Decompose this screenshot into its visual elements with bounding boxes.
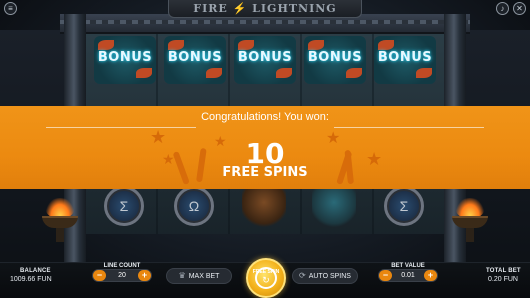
balance-value: 1009.66 FUN — [10, 276, 52, 283]
auto-spins-button[interactable]: ⟳ AUTO SPINS — [292, 268, 358, 284]
total-bet-label: TOTAL BET — [486, 268, 521, 274]
bonus-label: BONUS — [97, 50, 153, 65]
bonus-label: BONUS — [307, 50, 363, 65]
game-stage: FIRE ⚡ LIGHTNING ≡ ♪ ✕ BONUS BONUS BONUS… — [0, 0, 530, 298]
banner-divider — [334, 127, 484, 128]
auto-spin-icon: ⟳ — [299, 271, 306, 280]
speaker-icon[interactable]: ♪ — [496, 2, 509, 15]
banner-divider — [46, 127, 196, 128]
bet-value-decrease-button[interactable]: − — [379, 270, 392, 281]
bonus-symbol: BONUS — [164, 36, 226, 84]
spin-arrows-icon: ↻ — [262, 275, 270, 285]
max-bet-button[interactable]: ♛ MAX BET — [166, 268, 232, 284]
bonus-symbol: BONUS — [94, 36, 156, 84]
crown-icon: ♛ — [178, 271, 186, 280]
line-count-stepper: − 20 + — [92, 269, 152, 282]
bonus-label: BONUS — [167, 50, 223, 65]
bet-value-stepper: − 0.01 + — [378, 269, 438, 282]
bonus-symbol: BONUS — [304, 36, 366, 84]
line-count-decrease-button[interactable]: − — [93, 270, 106, 281]
line-count-increase-button[interactable]: + — [138, 270, 151, 281]
bet-value-value: 0.01 — [401, 272, 415, 279]
bonus-symbol: BONUS — [234, 36, 296, 84]
auto-spins-label: AUTO SPINS — [308, 273, 351, 280]
congrats-text: Congratulations! You won: — [201, 111, 329, 123]
title-lightning: LIGHTNING — [252, 2, 337, 15]
left-brazier-icon — [40, 198, 80, 242]
spin-button[interactable]: FREE SPIN ↻ — [246, 258, 286, 298]
blue-helmet-icon — [312, 184, 356, 230]
win-label: FREE SPINS — [222, 165, 308, 180]
total-bet-value: 0.20 FUN — [488, 276, 518, 283]
bonus-symbol: BONUS — [374, 36, 436, 84]
lightning-bolt-icon: ⚡ — [232, 2, 248, 15]
line-count-value: 20 — [118, 272, 126, 279]
max-bet-label: MAX BET — [188, 273, 220, 280]
bronze-helmet-icon — [242, 184, 286, 230]
hamburger-icon[interactable]: ≡ — [4, 2, 17, 15]
bonus-label: BONUS — [237, 50, 293, 65]
balance-label: BALANCE — [20, 268, 51, 274]
right-brazier-icon — [450, 198, 490, 242]
game-title: FIRE ⚡ LIGHTNING — [168, 0, 362, 18]
omega-shield-icon: Ω — [174, 186, 214, 226]
bet-value-increase-button[interactable]: + — [424, 270, 437, 281]
title-fire: FIRE — [193, 2, 228, 15]
bonus-label: BONUS — [377, 50, 433, 65]
sigma-shield-icon: Σ — [104, 186, 144, 226]
close-icon[interactable]: ✕ — [513, 2, 526, 15]
sigma-shield-icon: Σ — [384, 186, 424, 226]
